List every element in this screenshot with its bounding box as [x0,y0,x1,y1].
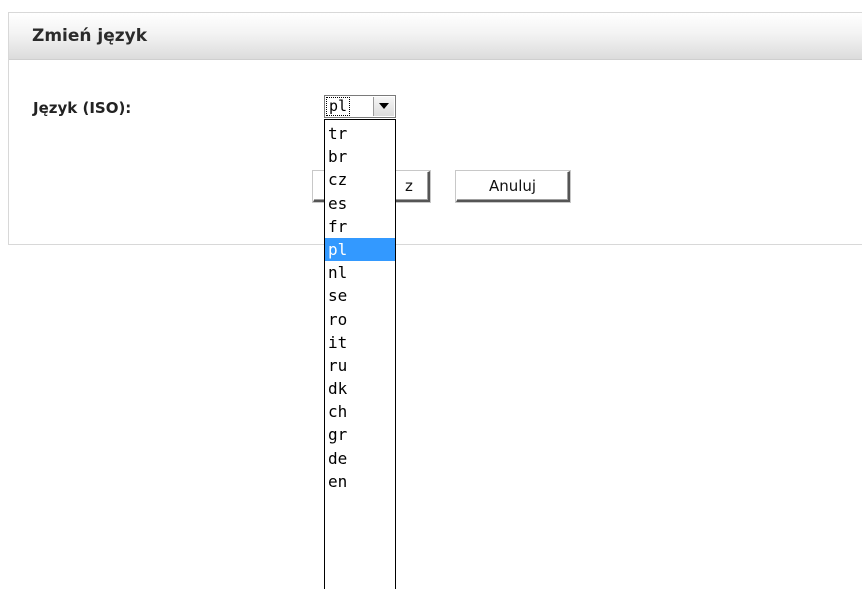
save-button-label: z [405,177,413,195]
language-select[interactable]: pl [324,95,396,118]
chevron-down-icon[interactable] [373,97,394,116]
dropdown-option[interactable]: br [325,145,395,168]
dropdown-option[interactable]: ru [325,354,395,377]
dropdown-option[interactable]: ro [325,308,395,331]
dropdown-option[interactable]: gr [325,423,395,446]
language-iso-label: Język (ISO): [33,99,132,117]
dropdown-option[interactable]: en [325,470,395,493]
cancel-button[interactable]: Anuluj [456,171,570,202]
dropdown-option[interactable]: cz [325,168,395,191]
dropdown-option-selected[interactable]: pl [325,237,395,262]
language-dropdown-list[interactable]: tr br cz es fr pl nl se ro it ru dk ch g… [324,119,396,589]
dropdown-option[interactable]: tr [325,122,395,145]
language-select-value: pl [325,97,351,116]
dropdown-option[interactable]: it [325,331,395,354]
dropdown-option[interactable]: de [325,447,395,470]
change-language-dialog: Zmień język [8,12,862,245]
dropdown-option[interactable]: dk [325,377,395,400]
dropdown-option[interactable]: fr [325,215,395,238]
dropdown-option[interactable]: ch [325,400,395,423]
dialog-header: Zmień język [9,13,862,60]
dropdown-option[interactable]: nl [325,261,395,284]
dropdown-option[interactable]: es [325,192,395,215]
dialog-title: Zmień język [32,26,148,46]
dropdown-option[interactable]: se [325,284,395,307]
